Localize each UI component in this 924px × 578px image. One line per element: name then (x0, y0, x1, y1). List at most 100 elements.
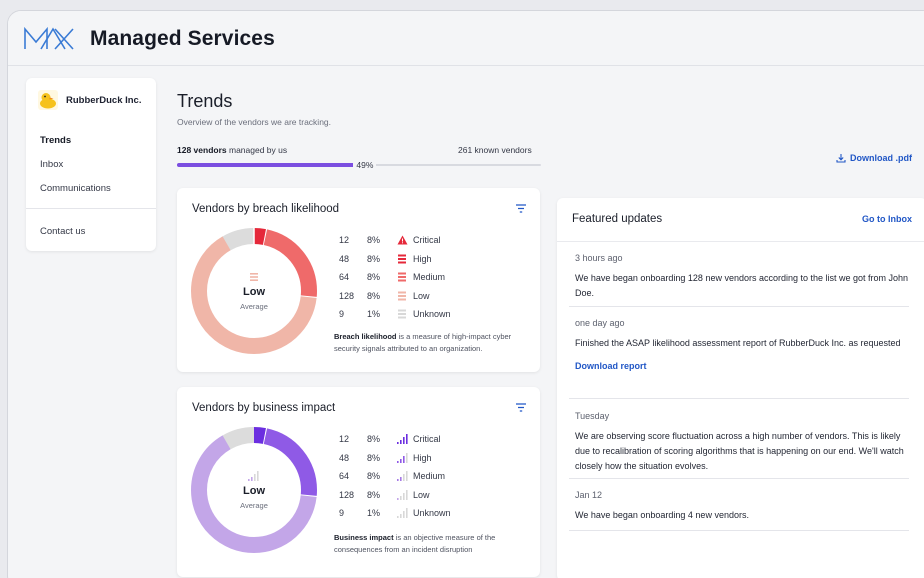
sidebar-item-communications[interactable]: Communications (40, 183, 111, 194)
update-text: We have began onboarding 4 new vendors. (575, 510, 749, 520)
legend-count: 128 (339, 290, 355, 301)
rubber-duck-icon (38, 90, 58, 110)
update-time: 3 hours ago (575, 253, 623, 263)
legend-row-critical: 12 8% Critical (339, 430, 451, 449)
legend-label: Low (413, 489, 430, 500)
app-title: Managed Services (90, 27, 275, 50)
update-time: Tuesday (575, 411, 610, 421)
breach-donut-center: Low Average (189, 226, 319, 356)
bars-low-icon (397, 291, 411, 301)
download-report-link[interactable]: Download report (575, 361, 909, 371)
top-bar: Managed Services (8, 11, 924, 66)
update-time: one day ago (575, 318, 625, 328)
sidebar-item-trends[interactable]: Trends (40, 135, 71, 146)
update-divider (569, 478, 909, 479)
update-item: Jan 12 We have began onboarding 4 new ve… (575, 490, 909, 523)
legend-row-critical: 12 8% Critical (339, 231, 451, 250)
signal-critical-icon (397, 434, 411, 445)
legend-count: 64 (339, 272, 350, 283)
legend-label: High (413, 253, 432, 264)
update-item: one day ago Finished the ASAP likelihood… (575, 318, 909, 371)
update-item: 3 hours ago We have began onboarding 128… (575, 253, 909, 301)
bars-medium-icon (397, 272, 411, 282)
legend-label: Medium (413, 471, 446, 482)
legend-count: 48 (339, 452, 350, 463)
download-pdf-label: Download .pdf (850, 153, 912, 163)
update-divider (569, 306, 909, 307)
legend-row-medium: 64 8% Medium (339, 268, 451, 287)
breach-legend: 12 8% Critical 48 8% High 64 8% Medium 1… (339, 231, 451, 324)
triangle-alert-icon (397, 235, 411, 245)
legend-row-high: 48 8% High (339, 449, 451, 468)
bars-high-icon (397, 254, 411, 264)
legend-label: Critical (413, 434, 441, 445)
known-vendors-stat: 261 known vendors (458, 145, 532, 155)
updates-header-divider (557, 241, 924, 242)
impact-legend: 12 8% Critical 48 8% High 64 8% Medium 1… (339, 430, 451, 523)
legend-row-high: 48 8% High (339, 250, 451, 269)
breach-note: Breach likelihood is a measure of high-i… (334, 331, 534, 355)
legend-percent: 1% (367, 508, 381, 519)
updates-title: Featured updates (572, 213, 663, 225)
legend-percent: 8% (367, 452, 381, 463)
signal-unknown-icon (397, 508, 411, 519)
managed-count: 128 vendors (177, 145, 227, 155)
legend-count: 64 (339, 471, 350, 482)
impact-average-caption: Average (240, 500, 268, 510)
update-time: Jan 12 (575, 490, 603, 500)
impact-note: Business impact is an objective measure … (334, 532, 534, 556)
bars-unknown-icon (397, 309, 411, 319)
legend-row-low: 128 8% Low (339, 486, 451, 505)
sidebar-item-inbox[interactable]: Inbox (40, 159, 63, 170)
download-pdf-button[interactable]: Download .pdf (836, 153, 912, 163)
sidebar: RubberDuck Inc. Trends Inbox Communicati… (26, 78, 156, 251)
signal-high-icon (397, 452, 411, 463)
legend-percent: 8% (367, 253, 381, 264)
vendors-progress-label: 49% (353, 160, 377, 170)
sidebar-item-contact-us[interactable]: Contact us (40, 226, 85, 237)
update-text: We are observing score fluctuation acros… (575, 431, 904, 471)
legend-label: Unknown (413, 508, 451, 519)
max-logo-icon (24, 26, 74, 50)
legend-percent: 8% (367, 489, 381, 500)
impact-card-title: Vendors by business impact (192, 402, 336, 414)
impact-donut-center: Low Average (189, 425, 319, 555)
legend-label: Unknown (413, 309, 451, 320)
legend-row-unknown: 9 1% Unknown (339, 504, 451, 523)
sidebar-divider (26, 208, 156, 209)
signal-low-icon (248, 470, 259, 481)
legend-count: 128 (339, 489, 355, 500)
org-name: RubberDuck Inc. (66, 94, 142, 106)
legend-label: Critical (413, 235, 441, 246)
legend-count: 12 (339, 235, 350, 246)
breach-note-term: Breach likelihood (334, 332, 397, 341)
legend-count: 12 (339, 434, 350, 445)
breach-likelihood-card: Vendors by breach likelihood Low Average (177, 188, 540, 372)
impact-average-value: Low (243, 484, 265, 497)
filter-icon[interactable] (516, 403, 526, 412)
legend-percent: 1% (367, 309, 381, 320)
impact-note-term: Business impact (334, 533, 394, 542)
bars-medium-icon (250, 272, 258, 281)
legend-label: Medium (413, 272, 446, 283)
org-switcher[interactable]: RubberDuck Inc. (38, 90, 142, 110)
download-icon (836, 154, 846, 163)
breach-average-caption: Average (240, 301, 268, 311)
breach-card-title: Vendors by breach likelihood (192, 203, 340, 215)
legend-label: Low (413, 290, 430, 301)
filter-icon[interactable] (516, 204, 526, 213)
app-window: Managed Services RubberDuck Inc. Trends … (7, 10, 924, 578)
breach-average-value: Low (243, 285, 265, 298)
update-divider (569, 530, 909, 531)
legend-row-medium: 64 8% Medium (339, 467, 451, 486)
update-text: Finished the ASAP likelihood assessment … (575, 338, 901, 348)
legend-percent: 8% (367, 272, 381, 283)
legend-percent: 8% (367, 434, 381, 445)
legend-row-unknown: 9 1% Unknown (339, 305, 451, 324)
legend-percent: 8% (367, 471, 381, 482)
managed-suffix: managed by us (229, 145, 288, 155)
legend-row-low: 128 8% Low (339, 287, 451, 306)
signal-low-icon (397, 489, 411, 500)
managed-vendors-stat: 128 vendors managed by us (177, 145, 287, 155)
go-to-inbox-link[interactable]: Go to Inbox (862, 214, 912, 224)
